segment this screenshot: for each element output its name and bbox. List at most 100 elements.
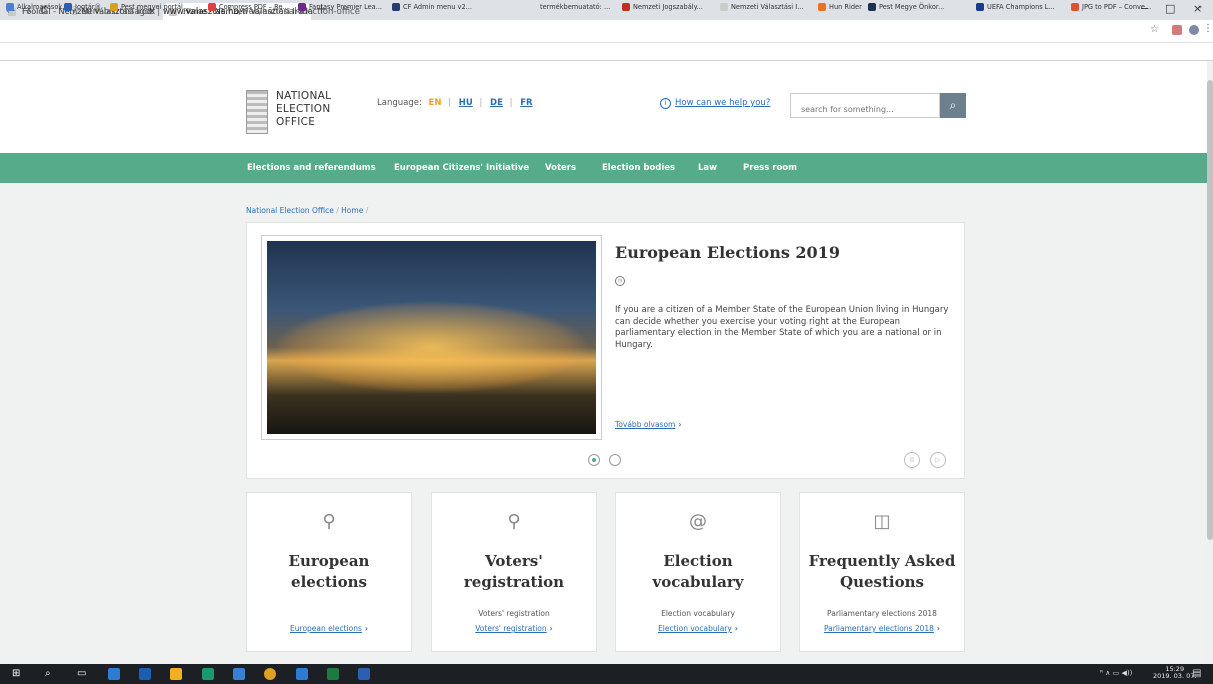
bookmark-icon <box>622 3 630 11</box>
card-election-vocabulary[interactable]: @ Election vocabulary Election vocabular… <box>615 492 781 652</box>
nav-voters[interactable]: Voters <box>545 163 576 173</box>
app-icon[interactable] <box>202 668 214 680</box>
search-button[interactable]: ⌕ <box>940 93 966 118</box>
bookmark-jogszabaly[interactable]: Nemzeti Jogszabály... <box>622 3 703 11</box>
bookmark-icon <box>868 3 876 11</box>
card-voters-registration[interactable]: ⚲ Voters' registration Voters' registrat… <box>431 492 597 652</box>
search-icon[interactable]: ⌕ <box>45 668 51 679</box>
card-link[interactable]: European elections › <box>247 624 411 633</box>
mail-icon[interactable] <box>233 668 245 680</box>
card-title: Voters' registration <box>463 552 565 591</box>
apps-icon <box>6 3 14 11</box>
search-input[interactable] <box>790 93 940 118</box>
pause-icon[interactable]: II <box>904 452 920 468</box>
bookmark-apps[interactable]: Alkalmazások <box>6 3 62 11</box>
chevron-right-icon: › <box>936 624 941 633</box>
bookmark-icon <box>976 3 984 11</box>
bookmark-icon <box>298 3 306 11</box>
featured-image[interactable] <box>261 235 602 440</box>
bookmark-pest-portal[interactable]: Pest megyei portál ... <box>110 3 191 11</box>
file-explorer-icon[interactable] <box>139 668 151 680</box>
nav-citizens-initiative[interactable]: European Citizens' Initiative <box>394 163 529 173</box>
word-icon[interactable] <box>358 668 370 680</box>
logo-text: NATIONAL ELECTION OFFICE <box>276 90 332 128</box>
more-bookmarks-button[interactable]: » <box>1198 3 1202 11</box>
nav-press-room[interactable]: Press room <box>743 163 797 173</box>
notifications-icon[interactable]: ▤ <box>1192 668 1201 679</box>
ie-icon[interactable] <box>296 668 308 680</box>
help-link[interactable]: i How can we help you? <box>660 98 770 109</box>
menu-icon[interactable]: ⋮ <box>1203 23 1213 34</box>
breadcrumb-item[interactable]: Home <box>341 206 363 215</box>
card-title: Election vocabulary <box>652 552 744 591</box>
breadcrumb-item[interactable]: National Election Office <box>246 206 334 215</box>
language-switcher: Language: EN | HU | DE | FR <box>377 98 533 108</box>
bookmark-icon <box>64 3 72 11</box>
language-label: Language: <box>377 98 422 108</box>
bookmark-termek[interactable]: termékbemuatató: ... <box>540 3 610 11</box>
bookmark-valasztasi[interactable]: Nemzeti Választási I... <box>720 3 803 11</box>
chrome-icon[interactable] <box>264 668 276 680</box>
taskbar-clock[interactable]: 15:29 2019. 03. 07. <box>1153 666 1196 680</box>
bookmark-icon <box>1071 3 1079 11</box>
card-title: Frequently Asked Questions <box>808 552 956 591</box>
bookmark-jpg-pdf[interactable]: JPG to PDF – Conve... <box>1071 3 1151 11</box>
system-tray[interactable]: ᴿ ∧ ▭ ◀)) <box>1100 669 1132 677</box>
lang-fr[interactable]: FR <box>520 98 532 108</box>
card-subtitle: Election vocabulary <box>661 609 735 618</box>
site-logo[interactable]: NATIONAL ELECTION OFFICE <box>246 90 366 134</box>
at-sign-icon: @ <box>689 511 707 532</box>
bookmark-star-icon[interactable]: ☆ <box>1150 24 1159 35</box>
bookmark-fantasy[interactable]: Fantasy Premier Lea... <box>298 3 382 11</box>
chevron-right-icon: › <box>549 624 553 633</box>
scrollbar-thumb[interactable] <box>1207 80 1213 540</box>
bookmark-uefa[interactable]: UEFA Champions L... <box>976 3 1055 11</box>
nav-election-bodies[interactable]: Election bodies <box>602 163 675 173</box>
featured-title[interactable]: European Elections 2019 <box>615 243 840 262</box>
profile-icon[interactable] <box>1189 25 1199 35</box>
bookmark-compress-pdf[interactable]: Compress PDF – Re... <box>208 3 289 11</box>
slider-dot-2[interactable] <box>609 454 621 466</box>
card-link[interactable]: Voters' registration › <box>432 624 596 633</box>
chevron-right-icon: › <box>364 624 368 633</box>
lang-en[interactable]: EN <box>429 98 442 108</box>
breadcrumb: National Election Office / Home / <box>246 206 369 215</box>
bookmark-jogtar[interactable]: Jogtár® <box>64 3 101 11</box>
extension-icon[interactable] <box>1172 25 1182 35</box>
camera-icon: ◫ <box>873 511 891 532</box>
card-subtitle: Parliamentary elections 2018 <box>827 609 937 618</box>
lang-de[interactable]: DE <box>490 98 503 108</box>
bookmark-cf-admin[interactable]: CF Admin menu v2... <box>392 3 472 11</box>
bookmark-icon <box>818 3 826 11</box>
chevron-right-icon: › <box>734 624 738 633</box>
info-icon: i <box>660 98 671 109</box>
card-european-elections[interactable]: ⚲ European elections European elections › <box>246 492 412 652</box>
card-subtitle: Voters' registration <box>478 609 550 618</box>
play-icon[interactable]: ▷ <box>930 452 946 468</box>
windows-start-icon[interactable]: ⊞ <box>12 668 20 679</box>
edge-icon[interactable] <box>108 668 120 680</box>
card-faq[interactable]: ◫ Frequently Asked Questions Parliamenta… <box>799 492 965 652</box>
slider-dot-1[interactable] <box>588 454 600 466</box>
nav-law[interactable]: Law <box>698 163 717 173</box>
task-view-icon[interactable]: ▭ <box>77 668 86 679</box>
card-link[interactable]: Parliamentary elections 2018 › <box>800 624 964 633</box>
lang-hu[interactable]: HU <box>459 98 473 108</box>
parliament-photo <box>267 241 596 434</box>
maximize-button[interactable]: □ <box>1165 2 1175 15</box>
read-more-link[interactable]: Tovább olvasom › <box>615 420 681 429</box>
search-icon: ⌕ <box>949 98 957 112</box>
bookmark-hun-rider[interactable]: Hun Rider <box>818 3 862 11</box>
chevron-right-icon: › <box>678 420 682 429</box>
bookmark-icon <box>720 3 728 11</box>
bookmark-pest-onkor[interactable]: Pest Megye Önkor... <box>868 3 944 11</box>
store-icon[interactable] <box>170 668 182 680</box>
address-bar <box>0 20 1213 43</box>
search-person-icon: ⚲ <box>322 511 336 532</box>
featured-body: If you are a citizen of a Member State o… <box>615 305 949 350</box>
card-title: European elections <box>288 552 370 591</box>
search-person-icon: ⚲ <box>507 511 521 532</box>
nav-elections-referendums[interactable]: Elections and referendums <box>247 163 376 173</box>
card-link[interactable]: Election vocabulary › <box>616 624 780 633</box>
excel-icon[interactable] <box>327 668 339 680</box>
